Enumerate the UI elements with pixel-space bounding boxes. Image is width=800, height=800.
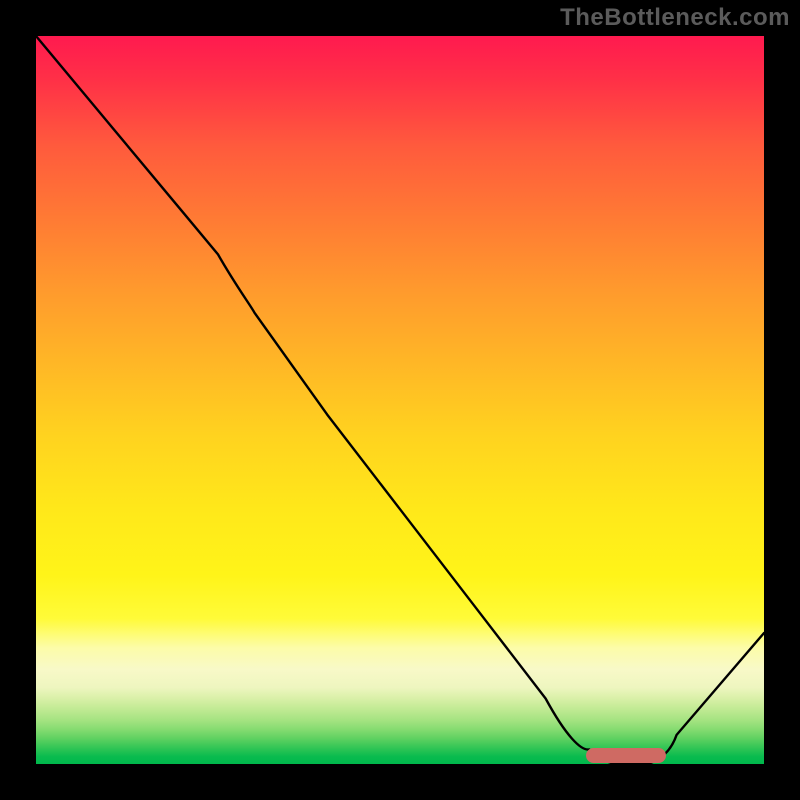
bottleneck-curve xyxy=(36,36,764,764)
plot-svg xyxy=(36,36,764,764)
optimal-range-marker xyxy=(586,748,666,763)
watermark-text: TheBottleneck.com xyxy=(560,4,790,32)
plot-area xyxy=(36,36,764,764)
chart-frame: TheBottleneck.com xyxy=(0,0,800,800)
